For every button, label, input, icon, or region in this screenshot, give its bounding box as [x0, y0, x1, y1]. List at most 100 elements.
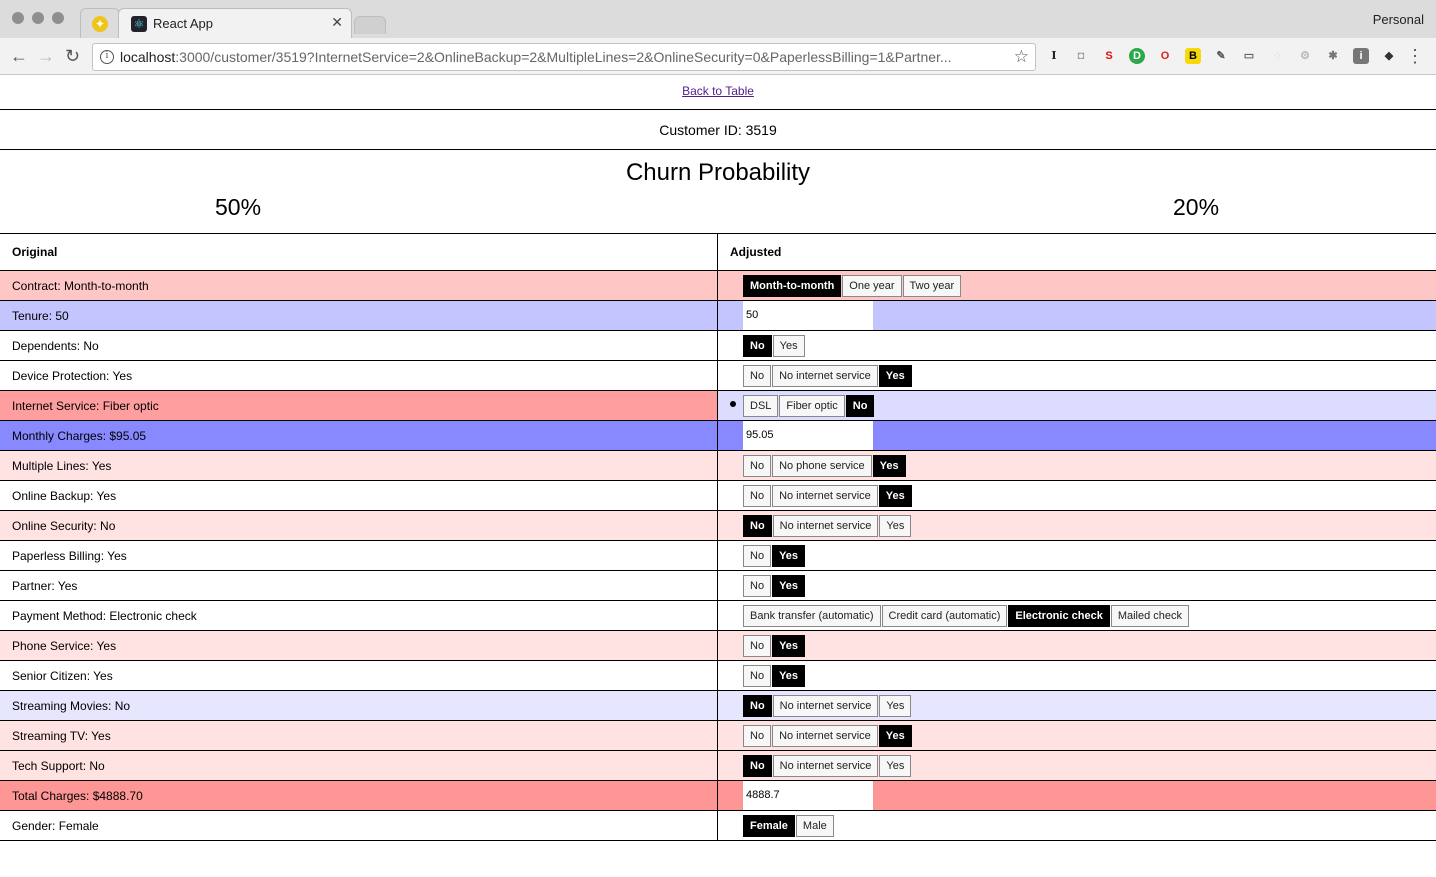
phone-service-option-no[interactable]: No — [743, 634, 772, 657]
partner-option-no[interactable]: No — [743, 574, 772, 597]
contract-option-month-to-month[interactable]: Month-to-month — [743, 274, 842, 297]
multiple-lines-option-yes[interactable]: Yes — [872, 454, 906, 477]
camera-icon[interactable]: ◘ — [1073, 48, 1089, 64]
online-security-option-no[interactable]: No — [743, 514, 772, 537]
gear-extension-icon[interactable]: ⚙ — [1297, 48, 1313, 64]
online-backup-option-no-internet-service[interactable]: No internet service — [772, 484, 878, 507]
paperless-billing-option-no[interactable]: No — [743, 544, 772, 567]
extension-bag-icon[interactable]: ◆ — [1381, 48, 1397, 64]
original-value-monthly-charges: Monthly Charges: $95.05 — [0, 421, 718, 450]
feature-row-phone-service: Phone Service: Yes No Yes — [0, 631, 1436, 661]
site-info-icon[interactable]: i — [100, 50, 114, 64]
streaming-tv-option-no-internet-service[interactable]: No internet service — [772, 724, 878, 747]
streaming-movies-option-no[interactable]: No — [743, 694, 772, 717]
dependents-option-yes[interactable]: Yes — [772, 334, 805, 357]
online-backup-option-no[interactable]: No — [743, 484, 772, 507]
extension-circle-icon[interactable]: ◌ — [1269, 48, 1285, 64]
phone-service-option-yes[interactable]: Yes — [772, 634, 806, 657]
payment-method-option-electronic-check[interactable]: Electronic check — [1008, 604, 1110, 627]
payment-method-option-bank-transfer-automatic[interactable]: Bank transfer (automatic) — [743, 604, 881, 627]
original-column-header: Original — [0, 234, 718, 270]
feature-row-contract: Contract: Month-to-month Month-to-month On… — [0, 271, 1436, 301]
adjusted-control-payment-method: Bank transfer (automatic) Credit card (au… — [718, 601, 1436, 630]
contract-option-two-year[interactable]: Two year — [902, 274, 962, 297]
original-probability: 50% — [215, 194, 262, 220]
original-value-total-charges: Total Charges: $4888.70 — [0, 781, 718, 810]
internet-service-option-fiber-optic[interactable]: Fiber optic — [779, 394, 845, 417]
internet-service-option-no[interactable]: No — [845, 394, 875, 417]
browser-menu-icon[interactable]: ⋮ — [1406, 46, 1424, 67]
device-protection-toggle-group: No No internet service Yes — [743, 364, 913, 387]
reload-icon[interactable]: ↻ — [65, 46, 80, 66]
extension-b-icon[interactable]: B — [1185, 48, 1201, 64]
streaming-tv-option-yes[interactable]: Yes — [878, 724, 912, 747]
payment-method-option-credit-card-automatic[interactable]: Credit card (automatic) — [881, 604, 1008, 627]
adjusted-control-internet-service: DSL Fiber optic No — [718, 391, 1436, 420]
tech-support-option-no[interactable]: No — [743, 754, 772, 777]
dependents-option-no[interactable]: No — [743, 334, 772, 357]
senior-citizen-option-no[interactable]: No — [743, 664, 772, 687]
original-value-device-protection: Device Protection: Yes — [0, 361, 718, 390]
adjusted-column-header: Adjusted — [730, 245, 782, 259]
url-host: localhost — [120, 49, 176, 65]
online-backup-option-yes[interactable]: Yes — [878, 484, 912, 507]
feature-row-partner: Partner: Yes No Yes — [0, 571, 1436, 601]
extension-pin-icon[interactable]: ✎ — [1213, 48, 1229, 64]
forward-arrow-icon[interactable]: → — [37, 46, 55, 66]
new-tab-button[interactable] — [354, 16, 386, 34]
extension-info-icon[interactable]: i — [1353, 48, 1369, 64]
multiple-lines-option-no-phone-service[interactable]: No phone service — [772, 454, 872, 477]
streaming-tv-option-no[interactable]: No — [743, 724, 772, 747]
opera-icon[interactable]: O — [1157, 48, 1173, 64]
back-link-row: Back to Table — [0, 76, 1436, 110]
react-favicon-icon: ⚛ — [131, 16, 147, 32]
original-value-tech-support: Tech Support: No — [0, 751, 718, 780]
tab-close-icon[interactable]: ✕ — [331, 14, 343, 31]
tech-support-option-yes[interactable]: Yes — [879, 754, 912, 777]
payment-method-option-mailed-check[interactable]: Mailed check — [1110, 604, 1190, 627]
feature-row-paperless-billing: Paperless Billing: Yes No Yes — [0, 541, 1436, 571]
paperless-billing-option-yes[interactable]: Yes — [772, 544, 806, 567]
minimize-window-button[interactable] — [32, 12, 44, 24]
extension-green-icon[interactable]: D — [1129, 48, 1145, 64]
tenure-input[interactable]: 50 — [743, 301, 873, 330]
device-protection-option-no[interactable]: No — [743, 364, 772, 387]
tab-react-app[interactable]: ⚛ React App ✕ — [118, 8, 352, 38]
tech-support-option-no-internet-service[interactable]: No internet service — [772, 754, 879, 777]
url-path: :3000/customer/3519?InternetService=2&On… — [175, 49, 952, 65]
device-protection-option-yes[interactable]: Yes — [878, 364, 912, 387]
maximize-window-button[interactable] — [52, 12, 64, 24]
pinned-tab[interactable]: ✦ — [80, 8, 120, 38]
extension-i-icon[interactable]: I — [1046, 48, 1062, 64]
partner-option-yes[interactable]: Yes — [772, 574, 806, 597]
streaming-tv-toggle-group: No No internet service Yes — [743, 724, 913, 747]
dependents-toggle-group: No Yes — [743, 334, 806, 357]
streaming-movies-option-no-internet-service[interactable]: No internet service — [772, 694, 879, 717]
online-security-option-no-internet-service[interactable]: No internet service — [772, 514, 879, 537]
monthly-charges-input[interactable]: 95.05 — [743, 421, 873, 450]
cast-icon[interactable]: ▭ — [1241, 48, 1257, 64]
internet-service-option-dsl[interactable]: DSL — [743, 394, 779, 417]
feature-row-internet-service: Internet Service: Fiber optic DSL Fiber op… — [0, 391, 1436, 421]
adjusted-control-partner: No Yes — [718, 571, 1436, 600]
back-to-table-link[interactable]: Back to Table — [682, 84, 754, 98]
bug-icon[interactable]: ✱ — [1325, 48, 1341, 64]
gender-option-male[interactable]: Male — [795, 814, 834, 837]
contract-option-one-year[interactable]: One year — [842, 274, 902, 297]
device-protection-option-no-internet-service[interactable]: No internet service — [772, 364, 878, 387]
senior-citizen-option-yes[interactable]: Yes — [772, 664, 806, 687]
back-arrow-icon[interactable]: ← — [10, 46, 28, 66]
gender-option-female[interactable]: Female — [743, 814, 795, 837]
extension-s-icon[interactable]: S — [1101, 48, 1117, 64]
bookmark-star-icon[interactable]: ☆ — [1014, 47, 1029, 67]
online-security-option-yes[interactable]: Yes — [879, 514, 912, 537]
profile-button[interactable]: Personal — [1373, 12, 1424, 27]
streaming-movies-option-yes[interactable]: Yes — [879, 694, 912, 717]
address-bar[interactable]: i localhost:3000/customer/3519?InternetS… — [92, 43, 1036, 71]
gender-toggle-group: Female Male — [743, 814, 835, 837]
url-text[interactable]: localhost:3000/customer/3519?InternetSer… — [120, 49, 1000, 65]
multiple-lines-option-no[interactable]: No — [743, 454, 772, 477]
close-window-button[interactable] — [12, 12, 24, 24]
original-value-streaming-movies: Streaming Movies: No — [0, 691, 718, 720]
total-charges-input[interactable]: 4888.7 — [743, 781, 873, 810]
